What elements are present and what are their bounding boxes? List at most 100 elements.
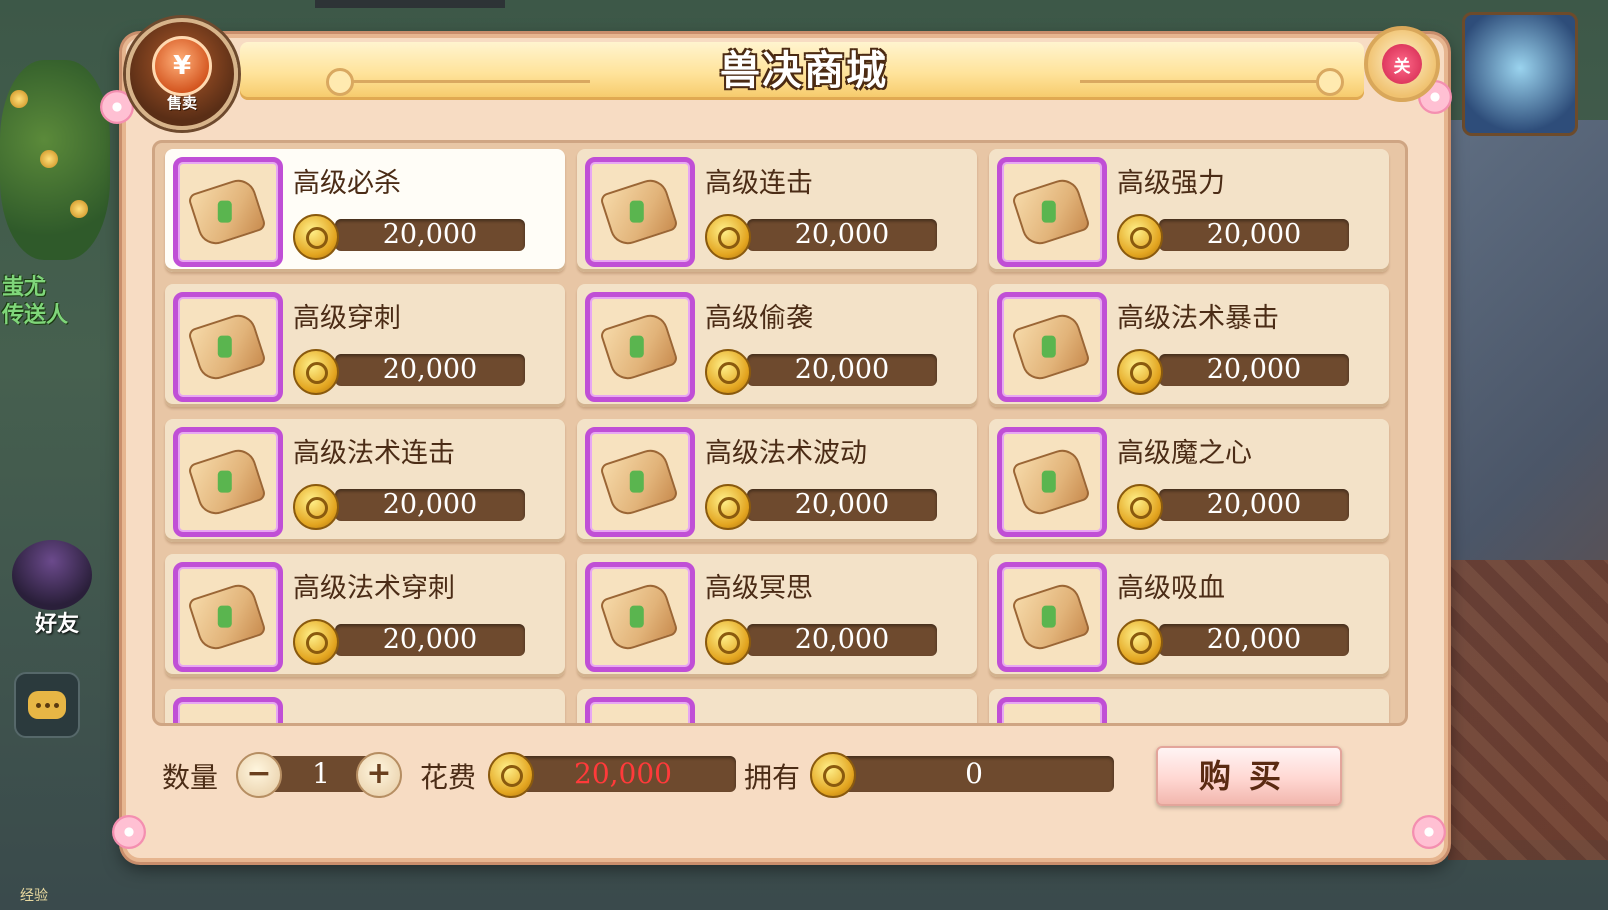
scroll-mark xyxy=(217,335,232,358)
gold-coin-icon xyxy=(293,619,339,665)
chat-button[interactable] xyxy=(14,672,80,738)
item-name: 高级冥思 xyxy=(705,573,813,604)
scroll-shape xyxy=(186,580,268,654)
owned-value: 0 xyxy=(834,756,1114,792)
scroll-shape xyxy=(598,445,680,519)
cost-label: 花费 xyxy=(420,761,477,794)
buy-button[interactable]: 购买 xyxy=(1156,746,1342,806)
sell-button-label: 售卖 xyxy=(166,94,197,112)
gold-coin-icon xyxy=(293,484,339,530)
gold-coin-icon xyxy=(488,752,534,798)
item-name: 高级必杀 xyxy=(293,168,401,199)
item-card[interactable]: 高级法术波动 20,000 xyxy=(577,419,977,542)
building-wall xyxy=(1448,560,1608,860)
beast-skill-scroll-icon xyxy=(173,427,283,537)
scroll-shape xyxy=(186,445,268,519)
item-card[interactable]: 高级法术暴击 20,000 xyxy=(989,284,1389,407)
item-price: 20,000 xyxy=(747,354,937,386)
item-price: 20,000 xyxy=(1159,219,1349,251)
item-card[interactable]: 高级穿刺 20,000 xyxy=(165,284,565,407)
item-price: 20,000 xyxy=(335,354,525,386)
beast-skill-scroll-icon xyxy=(173,562,283,672)
beast-skill-scroll-icon xyxy=(173,697,283,723)
tree-coin xyxy=(40,150,58,168)
item-name: 高级强力 xyxy=(1117,168,1225,199)
beast-skill-scroll-icon xyxy=(997,697,1107,723)
owned-label: 拥有 xyxy=(744,761,801,794)
scroll-shape xyxy=(598,310,680,384)
gold-coin-icon xyxy=(1117,619,1163,665)
gold-coin-icon xyxy=(705,484,751,530)
friend-icon[interactable] xyxy=(12,540,92,610)
scroll-mark xyxy=(629,470,644,493)
item-price: 20,000 xyxy=(335,219,525,251)
close-icon: 关 xyxy=(1382,44,1422,84)
scroll-mark xyxy=(629,335,644,358)
scroll-mark xyxy=(629,605,644,628)
gold-coin-icon xyxy=(293,349,339,395)
beast-skill-scroll-icon xyxy=(997,427,1107,537)
quantity-value[interactable]: 1 xyxy=(296,756,346,792)
item-list[interactable]: 高级必杀 20,000 高级连击 20,000 高级强力 20,000 高级穿刺 20,000… xyxy=(152,140,1408,726)
beast-skill-scroll-icon xyxy=(585,292,695,402)
item-card[interactable]: 高级必杀 20,000 xyxy=(165,149,565,272)
item-card[interactable]: 高级魔之心 20,000 xyxy=(989,419,1389,542)
item-name: 高级法术波动 xyxy=(705,438,867,469)
chat-bubble-icon xyxy=(28,691,66,719)
npc-name: 蚩尤 xyxy=(2,275,47,300)
beast-skill-scroll-icon xyxy=(173,292,283,402)
scroll-shape xyxy=(598,175,680,249)
beast-skill-scroll-icon xyxy=(585,157,695,267)
item-card[interactable]: 高级吸血 20,000 xyxy=(989,554,1389,677)
item-card-partial[interactable] xyxy=(577,689,977,723)
beast-skill-scroll-icon xyxy=(585,427,695,537)
item-price: 20,000 xyxy=(335,624,525,656)
cost-value: 20,000 xyxy=(510,756,736,792)
item-card-partial[interactable] xyxy=(989,689,1389,723)
npc-role: 传送人 xyxy=(2,303,69,328)
item-price: 20,000 xyxy=(335,489,525,521)
scroll-shape xyxy=(1010,175,1092,249)
item-price: 20,000 xyxy=(747,219,937,251)
beast-skill-scroll-icon xyxy=(997,157,1107,267)
item-card[interactable]: 高级强力 20,000 xyxy=(989,149,1389,272)
item-card[interactable]: 高级偷袭 20,000 xyxy=(577,284,977,407)
item-name: 高级法术穿刺 xyxy=(293,573,455,604)
scroll-shape xyxy=(1010,310,1092,384)
beast-skill-scroll-icon xyxy=(173,157,283,267)
item-card-partial[interactable] xyxy=(165,689,565,723)
gold-coin-icon xyxy=(810,752,856,798)
beast-skill-scroll-icon xyxy=(585,562,695,672)
item-price: 20,000 xyxy=(747,489,937,521)
gold-coin-icon xyxy=(705,214,751,260)
beast-skill-scroll-icon xyxy=(585,697,695,723)
scroll-shape xyxy=(598,580,680,654)
quantity-label: 数量 xyxy=(162,761,219,794)
quantity-plus-button[interactable]: + xyxy=(356,752,402,798)
flower-decoration xyxy=(112,815,146,849)
beast-skill-scroll-icon xyxy=(997,292,1107,402)
scroll-mark xyxy=(1041,470,1056,493)
scroll-mark xyxy=(1041,335,1056,358)
item-name: 高级穿刺 xyxy=(293,303,401,334)
gold-coin-icon xyxy=(1117,349,1163,395)
gold-coin-icon xyxy=(1117,214,1163,260)
item-card[interactable]: 高级法术连击 20,000 xyxy=(165,419,565,542)
top-hud-strip xyxy=(315,0,505,8)
scroll-mark xyxy=(1041,605,1056,628)
item-card[interactable]: 高级法术穿刺 20,000 xyxy=(165,554,565,677)
sell-coin-icon: ¥ xyxy=(152,36,212,96)
gold-coin-icon xyxy=(705,619,751,665)
scroll-mark xyxy=(217,470,232,493)
friend-label[interactable]: 好友 xyxy=(35,606,79,638)
item-card[interactable]: 高级连击 20,000 xyxy=(577,149,977,272)
item-name: 高级法术暴击 xyxy=(1117,303,1279,334)
item-name: 高级法术连击 xyxy=(293,438,455,469)
gold-coin-icon xyxy=(293,214,339,260)
item-card[interactable]: 高级冥思 20,000 xyxy=(577,554,977,677)
item-price: 20,000 xyxy=(1159,489,1349,521)
exp-label: 经验 xyxy=(20,888,48,904)
quantity-minus-button[interactable]: − xyxy=(236,752,282,798)
close-button[interactable]: 关 xyxy=(1364,26,1440,102)
sell-button[interactable]: ¥ 售卖 xyxy=(126,18,238,130)
